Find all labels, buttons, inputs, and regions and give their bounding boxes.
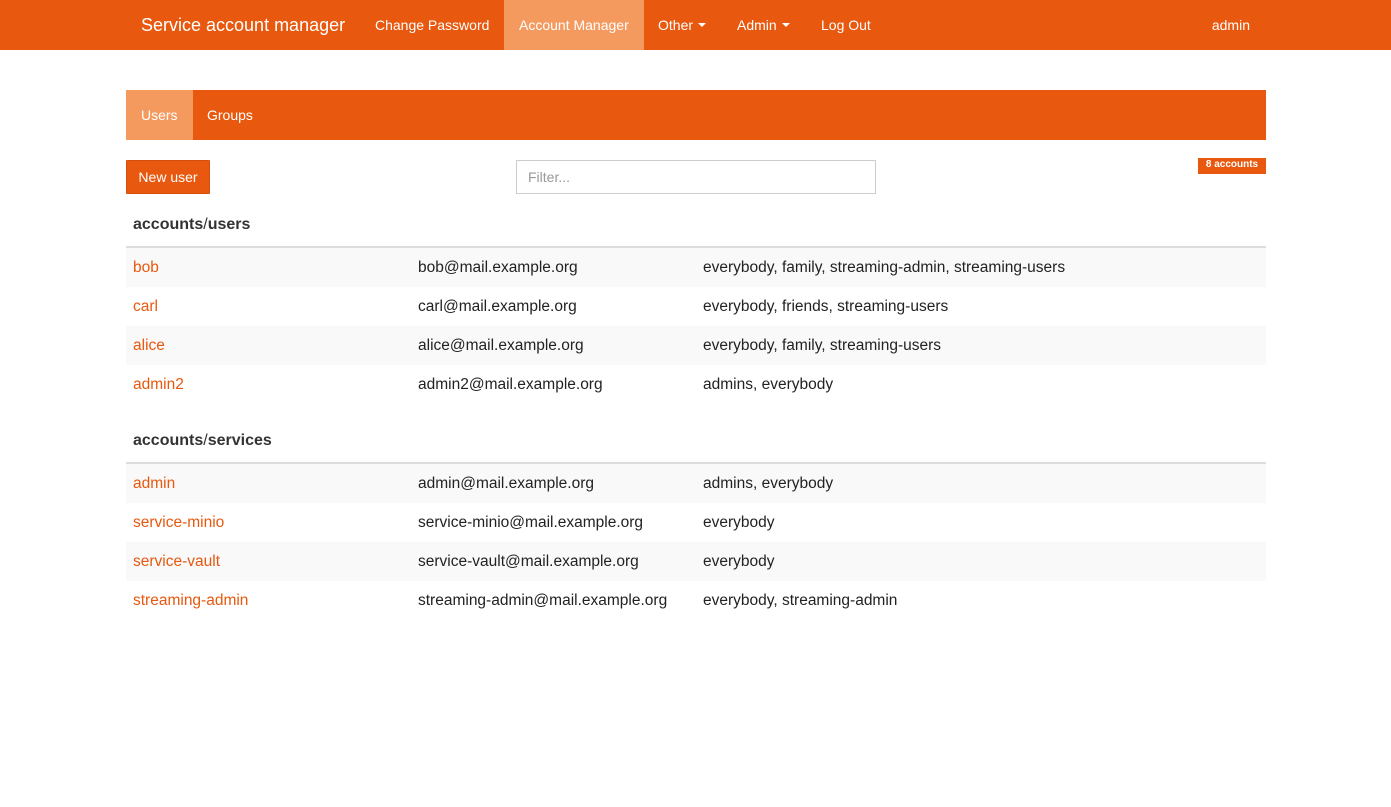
account-email: admin@mail.example.org [418,475,594,492]
nav-admin-dropdown[interactable]: Admin [722,0,805,50]
account-name-link[interactable]: bob [133,248,159,287]
section-prefix: accounts [133,216,204,233]
services-table: admin admin@mail.example.org admins, eve… [126,462,1266,620]
account-groups: admins, everybody [703,475,834,492]
nav-log-out[interactable]: Log Out [806,0,886,50]
caret-down-icon [698,23,707,28]
account-groups: everybody, streaming-admin [703,592,898,609]
section-name: users [207,216,251,233]
brand-link[interactable]: Service account manager [141,13,345,37]
filter-input[interactable] [516,160,876,194]
account-count-badge: 8 accounts [1198,158,1266,174]
tab-groups[interactable]: Groups [192,90,268,140]
caret-down-icon [781,23,790,28]
nav-account-manager[interactable]: Account Manager [504,0,644,50]
table-row: admin admin@mail.example.org admins, eve… [126,464,1266,503]
nav-other-dropdown[interactable]: Other [643,0,721,50]
nav-current-user[interactable]: admin [1212,0,1250,50]
account-email: service-vault@mail.example.org [418,553,639,570]
section-name: services [207,432,272,449]
section-title-users: accounts/users [133,216,250,234]
account-email: bob@mail.example.org [418,259,578,276]
account-email: service-minio@mail.example.org [418,514,644,531]
nav-admin-label: Admin [737,17,777,33]
account-groups: everybody, friends, streaming-users [703,298,949,315]
top-navbar: Service account manager Change Password … [0,0,1391,50]
table-row: alice alice@mail.example.org everybody, … [126,326,1266,365]
account-groups: everybody, family, streaming-admin, stre… [703,259,1066,276]
account-email: carl@mail.example.org [418,298,577,315]
table-row: streaming-admin streaming-admin@mail.exa… [126,581,1266,620]
table-row: service-vault service-vault@mail.example… [126,542,1266,581]
table-row: bob bob@mail.example.org everybody, fami… [126,248,1266,287]
tab-users[interactable]: Users [126,90,193,140]
nav-other-label: Other [658,17,694,33]
section-prefix: accounts [133,432,204,449]
nav-change-password[interactable]: Change Password [360,0,504,50]
table-row: admin2 admin2@mail.example.org admins, e… [126,365,1266,404]
account-email: alice@mail.example.org [418,337,584,354]
new-user-button[interactable]: New user [126,160,210,194]
account-groups: everybody [703,553,775,570]
account-groups: everybody [703,514,775,531]
account-name-link[interactable]: admin2 [133,365,184,404]
account-groups: admins, everybody [703,376,834,393]
users-table: bob bob@mail.example.org everybody, fami… [126,246,1266,404]
account-name-link[interactable]: service-vault [133,542,220,581]
account-name-link[interactable]: admin [133,464,175,503]
account-email: streaming-admin@mail.example.org [418,592,668,609]
table-row: carl carl@mail.example.org everybody, fr… [126,287,1266,326]
account-name-link[interactable]: carl [133,287,158,326]
account-name-link[interactable]: service-minio [133,503,224,542]
table-row: service-minio service-minio@mail.example… [126,503,1266,542]
sub-navbar: Users Groups [126,90,1266,140]
account-groups: everybody, family, streaming-users [703,337,942,354]
account-name-link[interactable]: streaming-admin [133,581,248,620]
account-name-link[interactable]: alice [133,326,165,365]
account-email: admin2@mail.example.org [418,376,603,393]
section-title-services: accounts/services [133,432,272,450]
